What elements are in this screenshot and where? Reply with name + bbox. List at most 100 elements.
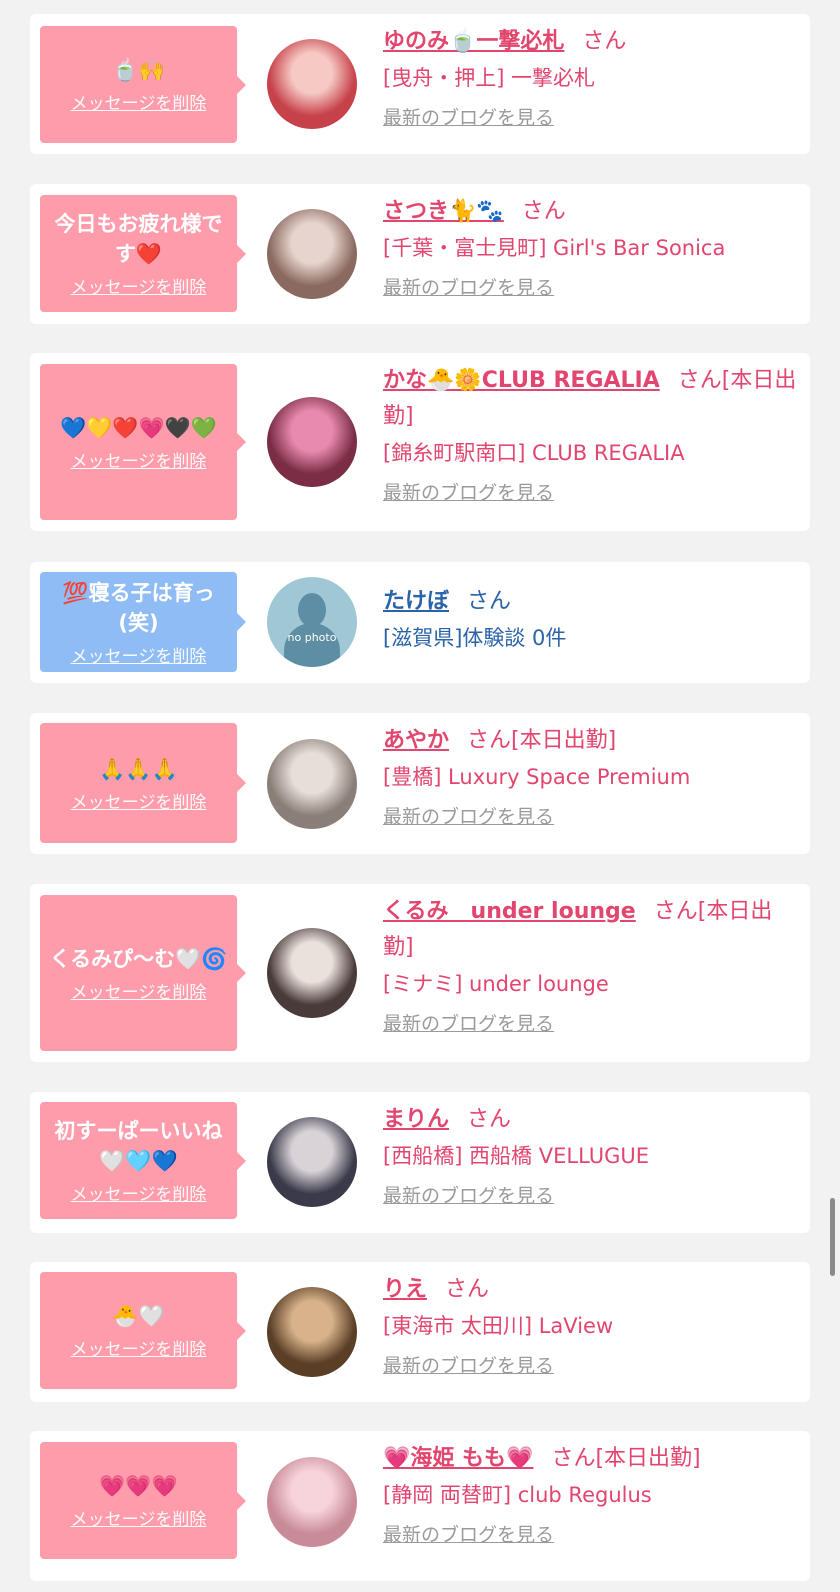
name-line: たけぼ さん — [383, 584, 798, 620]
message-text: 🙏🙏🙏 — [99, 756, 178, 781]
delete-message-link[interactable]: メッセージを削除 — [71, 1335, 207, 1360]
message-card: 今日もお疲れ様です❤️ メッセージを削除 さつき🐈🐾 さん [千葉・富士見町] Girl… — [30, 184, 810, 324]
delete-message-link[interactable]: メッセージを削除 — [71, 978, 207, 1003]
shop-label: [豊橋] Luxury Space Premium — [383, 765, 691, 789]
shop-label: [ミナミ] under lounge — [383, 972, 609, 996]
scrollbar[interactable] — [830, 1198, 835, 1276]
shop-label: [静岡 両替町] club Regulus — [383, 1483, 652, 1507]
message-bubble: 🙏🙏🙏 メッセージを削除 — [40, 723, 246, 843]
profile-name-link[interactable]: くるみ under lounge — [383, 899, 636, 924]
shop-label: [東海市 太田川] LaView — [383, 1314, 614, 1338]
message-text: 初すーぱーいいね🤍🩵💙 — [54, 1119, 223, 1173]
avatar[interactable] — [267, 39, 357, 129]
avatar[interactable] — [267, 1117, 357, 1207]
message-text: くるみぴ〜む🤍🌀 — [49, 946, 228, 971]
profile-name-link[interactable]: りえ — [383, 1277, 427, 1302]
honorific-label: さん — [467, 1107, 512, 1132]
profile-name-link[interactable]: 💗海姫 もも💗 — [383, 1446, 533, 1471]
honorific-label: さん — [467, 589, 512, 614]
honorific-label: さん — [551, 1446, 596, 1471]
message-bubble: くるみぴ〜む🤍🌀 メッセージを削除 — [40, 895, 246, 1051]
profile-name-link[interactable]: まりん — [383, 1107, 449, 1132]
honorific-label: さん — [445, 1277, 490, 1302]
delete-message-link[interactable]: メッセージを削除 — [71, 1180, 207, 1205]
profile-info: りえ さん [東海市 太田川] LaView 最新のブログを見る — [383, 1272, 798, 1380]
profile-info: あやか さん[本日出勤] [豊橋] Luxury Space Premium 最新のブ… — [383, 723, 798, 831]
message-card: 🍵🙌 メッセージを削除 ゆのみ🍵一撃必札 さん [曳舟・押上] 一撃必札最新のブログを見… — [30, 14, 810, 154]
delete-message-link[interactable]: メッセージを削除 — [71, 447, 207, 472]
name-line: くるみ under lounge さん[本日出勤] — [383, 894, 798, 966]
profile-info: たけぼ さん [滋賀県]体験談 0件 — [383, 584, 798, 654]
message-bubble: 💯寝る子は育っ(笑) メッセージを削除 — [40, 572, 246, 672]
avatar[interactable] — [267, 397, 357, 487]
shop-label: [滋賀県]体験談 0件 — [383, 626, 567, 650]
honorific-label: さん — [521, 199, 566, 224]
profile-info: 💗海姫 もも💗 さん[本日出勤] [静岡 両替町] club Regulus 最新のブ… — [383, 1441, 798, 1549]
message-card: 初すーぱーいいね🤍🩵💙 メッセージを削除 まりん さん [西船橋] 西船橋 VELLUG… — [30, 1092, 810, 1233]
latest-blog-link[interactable]: 最新のブログを見る — [383, 1010, 798, 1038]
profile-info: かな🐣🌼CLUB REGALIA さん[本日出勤] [錦糸町駅南口] CLUB RE… — [383, 363, 798, 507]
message-text: 🐣🤍 — [112, 1304, 165, 1328]
honorific-label: さん — [677, 368, 722, 393]
profile-info: ゆのみ🍵一撃必札 さん [曳舟・押上] 一撃必札最新のブログを見る — [383, 24, 798, 132]
message-card: 💗💗💗 メッセージを削除 💗海姫 もも💗 さん[本日出勤] [静岡 両替町] club … — [30, 1431, 810, 1581]
message-text: 💯寝る子は育っ(笑) — [62, 580, 215, 635]
name-line: さつき🐈🐾 さん — [383, 194, 798, 230]
honorific-label: さん — [582, 29, 627, 54]
name-line: 💗海姫 もも💗 さん[本日出勤] — [383, 1441, 798, 1477]
shop-label: [錦糸町駅南口] CLUB REGALIA — [383, 441, 685, 465]
profile-info: くるみ under lounge さん[本日出勤] [ミナミ] under loun… — [383, 894, 798, 1038]
message-bubble: 💗💗💗 メッセージを削除 — [40, 1442, 246, 1559]
latest-blog-link[interactable]: 最新のブログを見る — [383, 803, 798, 831]
honorific-label: さん — [467, 728, 512, 753]
delete-message-link[interactable]: メッセージを削除 — [71, 642, 207, 667]
name-line: かな🐣🌼CLUB REGALIA さん[本日出勤] — [383, 363, 798, 435]
avatar[interactable] — [267, 739, 357, 829]
name-line: りえ さん — [383, 1272, 798, 1308]
message-bubble: 初すーぱーいいね🤍🩵💙 メッセージを削除 — [40, 1102, 246, 1219]
profile-info: さつき🐈🐾 さん [千葉・富士見町] Girl's Bar Sonica 最新のブログ… — [383, 194, 798, 302]
message-bubble: 🍵🙌 メッセージを削除 — [40, 26, 246, 143]
message-text: 🍵🙌 — [112, 58, 165, 82]
avatar[interactable] — [267, 209, 357, 299]
profile-name-link[interactable]: たけぼ — [383, 589, 449, 614]
avatar-silhouette-head — [298, 593, 326, 627]
delete-message-link[interactable]: メッセージを削除 — [71, 273, 207, 298]
message-text: 今日もお疲れ様です❤️ — [54, 212, 223, 266]
profile-name-link[interactable]: あやか — [383, 728, 449, 753]
avatar-silhouette-body — [284, 623, 340, 667]
message-bubble: 🐣🤍 メッセージを削除 — [40, 1272, 246, 1389]
avatar[interactable] — [267, 928, 357, 1018]
message-bubble: 今日もお疲れ様です❤️ メッセージを削除 — [40, 195, 246, 312]
message-card: 🐣🤍 メッセージを削除 りえ さん [東海市 太田川] LaView 最新のブログを見る — [30, 1262, 810, 1402]
status-label: [本日出勤] — [511, 728, 617, 753]
delete-message-link[interactable]: メッセージを削除 — [71, 788, 207, 813]
avatar[interactable]: no photo — [267, 577, 357, 667]
honorific-label: さん — [653, 899, 698, 924]
message-text: 💙💛❤️💗🖤💚 — [60, 415, 217, 440]
latest-blog-link[interactable]: 最新のブログを見る — [383, 1521, 798, 1549]
message-text: 💗💗💗 — [99, 1474, 178, 1498]
name-line: あやか さん[本日出勤] — [383, 723, 798, 759]
shop-label: [西船橋] 西船橋 VELLUGUE — [383, 1144, 650, 1168]
profile-info: まりん さん [西船橋] 西船橋 VELLUGUE 最新のブログを見る — [383, 1102, 798, 1210]
delete-message-link[interactable]: メッセージを削除 — [71, 89, 207, 114]
latest-blog-link[interactable]: 最新のブログを見る — [383, 1352, 798, 1380]
shop-label: [曳舟・押上] 一撃必札 — [383, 66, 596, 90]
no-photo-label: no photo — [287, 631, 337, 644]
latest-blog-link[interactable]: 最新のブログを見る — [383, 1182, 798, 1210]
latest-blog-link[interactable]: 最新のブログを見る — [383, 274, 798, 302]
avatar[interactable] — [267, 1457, 357, 1547]
delete-message-link[interactable]: メッセージを削除 — [71, 1505, 207, 1530]
status-label: [本日出勤] — [595, 1446, 701, 1471]
latest-blog-link[interactable]: 最新のブログを見る — [383, 104, 798, 132]
message-card: 💯寝る子は育っ(笑) メッセージを削除 no photo たけぼ さん [滋賀県]体験談 … — [30, 562, 810, 683]
profile-name-link[interactable]: さつき🐈🐾 — [383, 199, 504, 224]
latest-blog-link[interactable]: 最新のブログを見る — [383, 479, 798, 507]
name-line: まりん さん — [383, 1102, 798, 1138]
message-card: 💙💛❤️💗🖤💚 メッセージを削除 かな🐣🌼CLUB REGALIA さん[本日出勤][… — [30, 353, 810, 531]
message-bubble: 💙💛❤️💗🖤💚 メッセージを削除 — [40, 364, 246, 520]
profile-name-link[interactable]: かな🐣🌼CLUB REGALIA — [383, 368, 660, 393]
profile-name-link[interactable]: ゆのみ🍵一撃必札 — [383, 29, 564, 54]
avatar[interactable] — [267, 1287, 357, 1377]
